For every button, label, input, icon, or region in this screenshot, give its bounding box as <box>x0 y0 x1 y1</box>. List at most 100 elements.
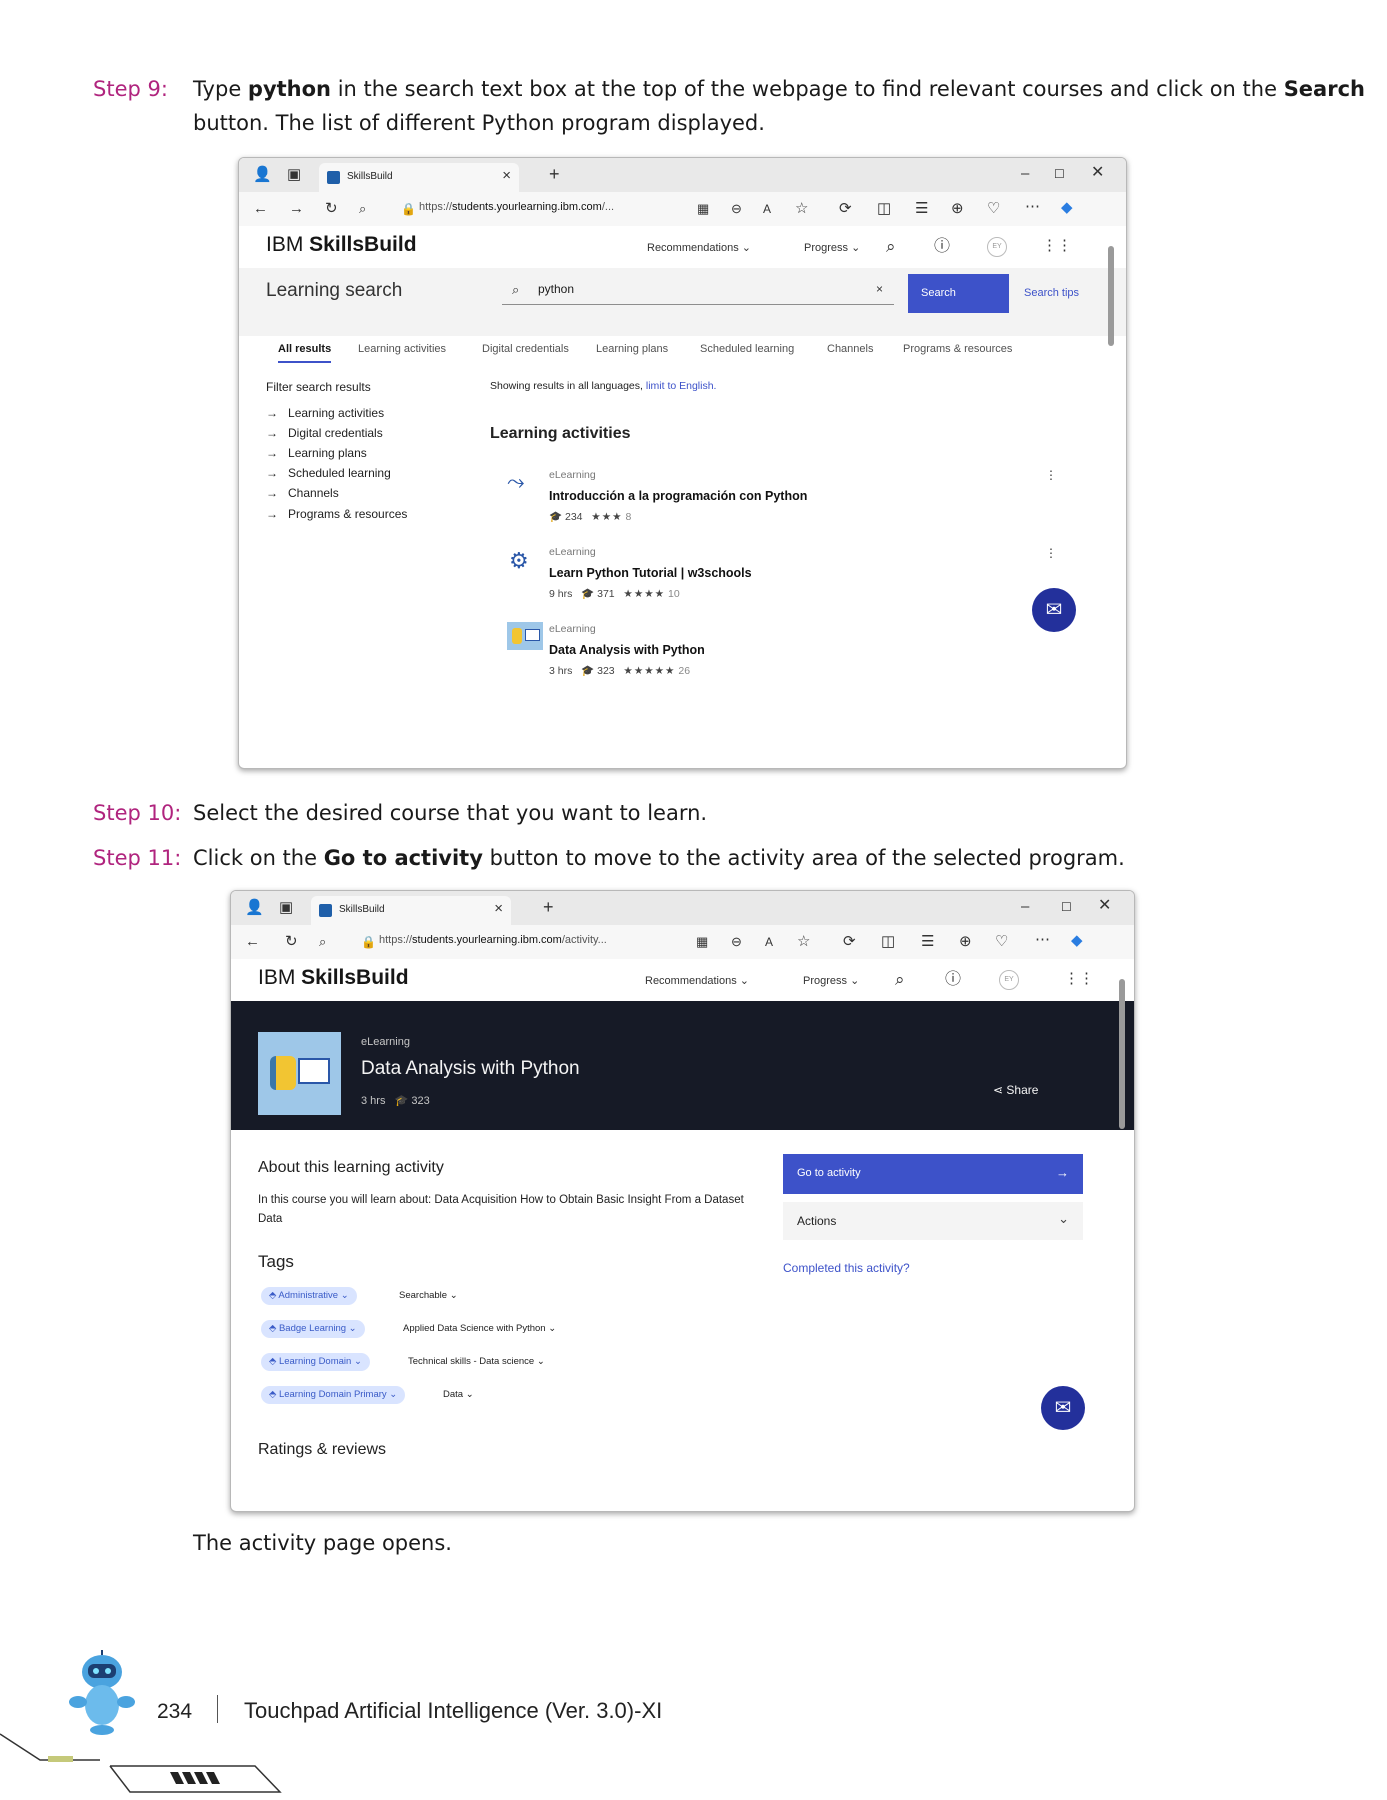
close-window-icon[interactable]: ✕ <box>1091 163 1104 183</box>
collections-icon[interactable]: ⊕ <box>951 199 964 219</box>
extension-icon[interactable]: ⟳ <box>839 199 852 219</box>
url-text[interactable]: https://students.yourlearning.ibm.com/..… <box>419 201 614 213</box>
favorites-icon[interactable]: ☰ <box>921 932 934 952</box>
maximize-icon[interactable]: ☐ <box>1061 897 1072 917</box>
copilot-icon[interactable]: ◆ <box>1071 931 1083 951</box>
app-switcher-icon[interactable]: ⋮⋮ <box>1042 236 1072 256</box>
read-aloud-icon[interactable]: A <box>763 199 771 219</box>
filter-item-channels[interactable]: → Channels <box>266 486 339 500</box>
overflow-menu-icon[interactable]: ⋮ <box>1045 543 1057 563</box>
tab-learning-activities[interactable]: Learning activities <box>358 343 446 355</box>
tag-key[interactable]: ⬘ Administrative ⌄ <box>261 1287 357 1305</box>
filter-item-digital-credentials[interactable]: → Digital credentials <box>266 426 383 440</box>
close-window-icon[interactable]: ✕ <box>1098 896 1111 916</box>
filter-item-scheduled-learning[interactable]: → Scheduled learning <box>266 466 391 480</box>
header-search-icon[interactable]: ⌕ <box>895 970 905 990</box>
tag-key[interactable]: ⬘ Badge Learning ⌄ <box>261 1320 365 1338</box>
avatar[interactable]: EY <box>999 970 1019 990</box>
tab-actions-icon[interactable]: ▣ <box>279 898 293 918</box>
zoom-icon[interactable]: ⊖ <box>731 932 742 952</box>
new-tab-icon[interactable]: + <box>549 164 560 184</box>
tag-value[interactable]: Data ⌄ <box>439 1386 478 1404</box>
back-icon[interactable]: ← <box>253 199 268 219</box>
url-text[interactable]: https://students.yourlearning.ibm.com/ac… <box>379 934 607 946</box>
back-icon[interactable]: ← <box>245 932 260 952</box>
profile-icon[interactable]: 👤 <box>253 165 272 185</box>
zoom-icon[interactable]: ⊖ <box>731 199 742 219</box>
tab-digital-credentials[interactable]: Digital credentials <box>482 343 569 355</box>
tag-value[interactable]: Applied Data Science with Python ⌄ <box>399 1320 560 1338</box>
nav-recommendations[interactable]: Recommendations ⌄ <box>647 241 751 254</box>
clear-search-icon[interactable]: × <box>876 279 883 299</box>
more-icon[interactable]: ⋯ <box>1025 197 1040 217</box>
minimize-icon[interactable]: – <box>1021 164 1029 184</box>
ibm-skillsbuild-logo[interactable]: IBM SkillsBuild <box>258 966 409 990</box>
close-tab-icon[interactable]: × <box>502 167 511 184</box>
help-icon[interactable]: ⓘ <box>934 237 950 257</box>
refresh-icon[interactable]: ↻ <box>325 199 338 219</box>
tab-all-results[interactable]: All results <box>278 343 332 363</box>
tag-value[interactable]: Searchable ⌄ <box>395 1287 462 1305</box>
nav-recommendations[interactable]: Recommendations ⌄ <box>645 974 749 987</box>
result-title[interactable]: Data Analysis with Python <box>549 643 705 657</box>
actions-dropdown[interactable]: Actions ⌄ <box>783 1202 1083 1240</box>
chat-button[interactable]: ✉ <box>1041 1386 1085 1430</box>
filter-item-learning-activities[interactable]: → Learning activities <box>266 406 384 420</box>
completed-activity-link[interactable]: Completed this activity? <box>783 1261 910 1275</box>
go-to-activity-button[interactable]: Go to activity → <box>783 1154 1083 1194</box>
tab-scheduled-learning[interactable]: Scheduled learning <box>700 343 794 355</box>
browser-tab[interactable]: SkillsBuild × <box>319 163 519 192</box>
health-icon[interactable]: ♡ <box>987 199 1000 219</box>
favorite-star-icon[interactable]: ☆ <box>797 932 810 952</box>
search-icon[interactable]: ⌕ <box>319 932 326 952</box>
split-screen-icon[interactable]: ◫ <box>877 199 891 219</box>
ibm-skillsbuild-logo[interactable]: IBM SkillsBuild <box>266 233 417 257</box>
search-button[interactable]: Search <box>908 274 1009 313</box>
overflow-menu-icon[interactable]: ⋮ <box>1045 465 1057 485</box>
favorites-icon[interactable]: ☰ <box>915 199 928 219</box>
tag-key[interactable]: ⬘ Learning Domain ⌄ <box>261 1353 370 1371</box>
avatar[interactable]: EY <box>987 237 1007 257</box>
copilot-icon[interactable]: ◆ <box>1061 198 1073 218</box>
scrollbar[interactable] <box>1119 979 1125 1129</box>
read-aloud-icon[interactable]: A <box>765 932 773 952</box>
filter-item-programs-resources[interactable]: → Programs & resources <box>266 507 407 521</box>
nav-progress[interactable]: Progress ⌄ <box>804 241 860 254</box>
app-switcher-icon[interactable]: ⋮⋮ <box>1064 969 1094 989</box>
minimize-icon[interactable]: – <box>1021 897 1029 917</box>
reader-icon[interactable]: ▦ <box>697 199 709 219</box>
tab-programs-resources[interactable]: Programs & resources <box>903 343 1012 355</box>
refresh-icon[interactable]: ↻ <box>285 932 298 952</box>
result-title[interactable]: Learn Python Tutorial | w3schools <box>549 566 752 580</box>
new-tab-icon[interactable]: + <box>543 897 554 917</box>
favorite-star-icon[interactable]: ☆ <box>795 199 808 219</box>
health-icon[interactable]: ♡ <box>995 932 1008 952</box>
extension-icon[interactable]: ⟳ <box>843 932 856 952</box>
split-screen-icon[interactable]: ◫ <box>881 932 895 952</box>
scrollbar[interactable] <box>1108 246 1114 346</box>
close-tab-icon[interactable]: × <box>494 900 503 917</box>
limit-to-english-link[interactable]: limit to English. <box>646 380 717 392</box>
nav-progress[interactable]: Progress ⌄ <box>803 974 859 987</box>
chat-button[interactable]: ✉ <box>1032 588 1076 632</box>
result-title[interactable]: Introducción a la programación con Pytho… <box>549 489 807 503</box>
maximize-icon[interactable]: ☐ <box>1054 164 1065 184</box>
help-icon[interactable]: ⓘ <box>945 970 961 990</box>
search-input[interactable]: ⌕ python × <box>502 274 894 305</box>
profile-icon[interactable]: 👤 <box>245 898 264 918</box>
reader-icon[interactable]: ▦ <box>696 932 708 952</box>
more-icon[interactable]: ⋯ <box>1035 930 1050 950</box>
filter-item-learning-plans[interactable]: → Learning plans <box>266 446 367 460</box>
tab-learning-plans[interactable]: Learning plans <box>596 343 668 355</box>
search-icon[interactable]: ⌕ <box>359 199 366 219</box>
tag-value[interactable]: Technical skills - Data science ⌄ <box>404 1353 549 1371</box>
tab-actions-icon[interactable]: ▣ <box>287 165 301 185</box>
search-tips-link[interactable]: Search tips <box>1024 287 1079 299</box>
tab-channels[interactable]: Channels <box>827 343 873 355</box>
header-search-icon[interactable]: ⌕ <box>886 237 896 257</box>
share-button[interactable]: ⋖ Share <box>993 1083 1038 1097</box>
collections-icon[interactable]: ⊕ <box>959 932 972 952</box>
tag-key[interactable]: ⬘ Learning Domain Primary ⌄ <box>261 1386 406 1404</box>
browser-tab[interactable]: SkillsBuild × <box>311 896 511 925</box>
forward-icon[interactable]: → <box>289 199 304 219</box>
